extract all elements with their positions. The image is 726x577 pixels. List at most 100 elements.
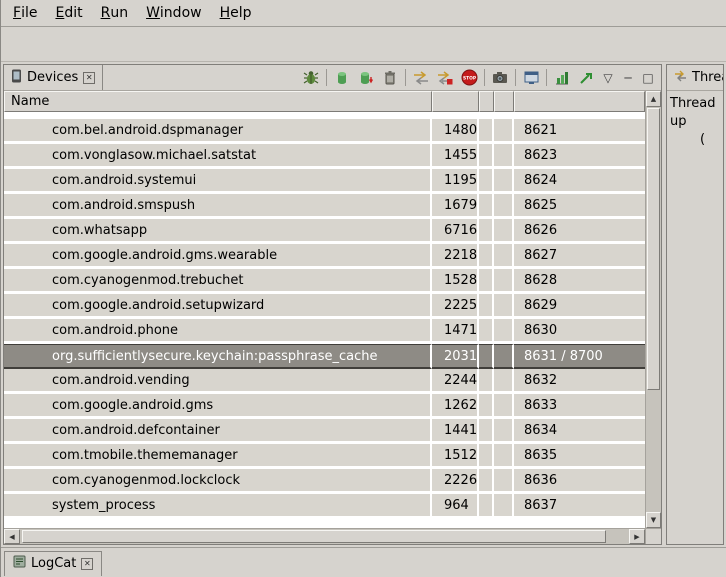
column-header[interactable] [479,91,494,112]
devices-table: Name com.bel.android.dspmanager 1480 862… [4,91,645,528]
tab-logcat-label: LogCat [31,556,76,571]
table-row[interactable]: org.sufficientlysecure.keychain:passphra… [4,344,645,369]
empty-cell [479,394,494,419]
method-profiling-icon[interactable] [433,66,457,90]
minimize-icon[interactable]: ─ [618,66,638,90]
empty-cell [479,194,494,219]
table-row[interactable]: com.android.systemui 1195 8624 [4,169,645,194]
empty-cell [479,444,494,469]
threads-message: Thread up ( [667,91,723,153]
table-row[interactable]: com.vonglasow.michael.satstat 14553 8623 [4,144,645,169]
menu-help[interactable]: Help [211,0,261,26]
column-header-port[interactable] [514,91,645,112]
table-row[interactable]: com.cyanogenmod.lockclock 22265 8636 [4,469,645,494]
screen-capture-icon[interactable] [488,66,512,90]
port-cell: 8626 [514,219,645,244]
port-cell: 8624 [514,169,645,194]
scrollbar-track[interactable] [608,529,629,544]
table-row[interactable]: com.cyanogenmod.trebuchet 1528 8628 [4,269,645,294]
vertical-scrollbar[interactable]: ▲ ▼ [645,91,661,528]
scroll-left-icon[interactable]: ◀ [4,529,20,544]
dump-hprof-icon[interactable] [354,66,378,90]
port-cell: 8633 [514,394,645,419]
table-row[interactable]: com.android.vending 22440 8632 [4,369,645,394]
process-name-cell: com.tmobile.thememanager [4,444,432,469]
threads-icon [674,70,687,86]
empty-cell [494,369,514,394]
vertical-scrollbar-thumb[interactable] [647,108,660,390]
column-header-name[interactable]: Name [4,91,432,112]
empty-cell [479,219,494,244]
process-name-cell: com.whatsapp [4,219,432,244]
process-name-cell: system_process [4,494,432,519]
row-spacer [4,112,645,119]
toolbar-separator [484,69,485,86]
empty-cell [479,319,494,344]
table-row[interactable]: com.tmobile.thememanager 1512 8635 [4,444,645,469]
pid-cell: 1480 [432,119,479,144]
scroll-right-icon[interactable]: ▶ [629,529,645,544]
column-header[interactable] [494,91,514,112]
table-row[interactable]: com.android.smspush 1679 8625 [4,194,645,219]
empty-cell [479,244,494,269]
toolbar-separator [405,69,406,86]
menubar: File Edit Run Window Help [1,0,726,27]
table-row[interactable]: com.google.android.gms.wearable 22185 86… [4,244,645,269]
view-menu-icon[interactable]: ▽ [598,66,618,90]
scroll-down-icon[interactable]: ▼ [646,512,661,528]
tab-threads[interactable]: Threads [667,65,724,90]
port-cell: 8629 [514,294,645,319]
close-icon[interactable]: ✕ [81,558,93,570]
table-row[interactable]: com.android.phone 1471 8630 [4,319,645,344]
table-row[interactable]: com.bel.android.dspmanager 1480 8621 [4,119,645,144]
table-row[interactable]: com.whatsapp 6716 8626 [4,219,645,244]
cause-gc-icon[interactable] [378,66,402,90]
empty-cell [479,144,494,169]
tab-logcat[interactable]: LogCat ✕ [4,551,102,576]
menu-run[interactable]: Run [92,0,137,26]
scroll-up-icon[interactable]: ▲ [646,91,661,107]
tracing-icon[interactable] [574,66,598,90]
devices-toolbar: STOP ▽ ─ □ [299,65,661,90]
empty-cell [494,394,514,419]
maximize-icon[interactable]: □ [638,66,658,90]
process-name-cell: com.vonglasow.michael.satstat [4,144,432,169]
ui-hierarchy-icon[interactable] [519,66,543,90]
table-row[interactable]: com.android.defcontainer 14411 8634 [4,419,645,444]
sysinfo-icon[interactable] [550,66,574,90]
close-icon[interactable]: ✕ [83,72,95,84]
table-row[interactable]: com.google.android.gms 12623 8633 [4,394,645,419]
empty-cell [494,194,514,219]
update-heap-icon[interactable] [330,66,354,90]
logcat-icon [13,555,26,572]
process-name-cell: com.google.android.gms [4,394,432,419]
empty-cell [494,119,514,144]
empty-cell [494,494,514,519]
empty-cell [494,294,514,319]
empty-cell [494,169,514,194]
menu-edit[interactable]: Edit [46,0,91,26]
pid-cell: 22250 [432,294,479,319]
pid-cell: 964 [432,494,479,519]
process-name-cell: com.cyanogenmod.lockclock [4,469,432,494]
menu-window[interactable]: Window [137,0,211,26]
process-name-cell: com.android.smspush [4,194,432,219]
empty-cell [479,119,494,144]
port-cell: 8631 / 8700 [514,344,645,369]
menu-file[interactable]: File [4,0,46,26]
toolbar-separator [326,69,327,86]
stop-process-icon[interactable]: STOP [457,66,481,90]
table-row[interactable]: com.google.android.setupwizard 22250 862… [4,294,645,319]
horizontal-scrollbar-thumb[interactable] [22,530,606,543]
horizontal-scrollbar[interactable]: ◀ ▶ [4,529,645,544]
column-header-pid[interactable] [432,91,479,112]
table-row[interactable]: system_process 964 8637 [4,494,645,519]
pid-cell: 1528 [432,269,479,294]
pid-cell: 20311 [432,344,479,369]
port-cell: 8634 [514,419,645,444]
port-cell: 8628 [514,269,645,294]
tab-devices[interactable]: Devices ✕ [4,65,103,90]
debug-process-icon[interactable] [299,66,323,90]
update-threads-icon[interactable] [409,66,433,90]
threads-view: Threads Thread up ( [666,64,724,545]
